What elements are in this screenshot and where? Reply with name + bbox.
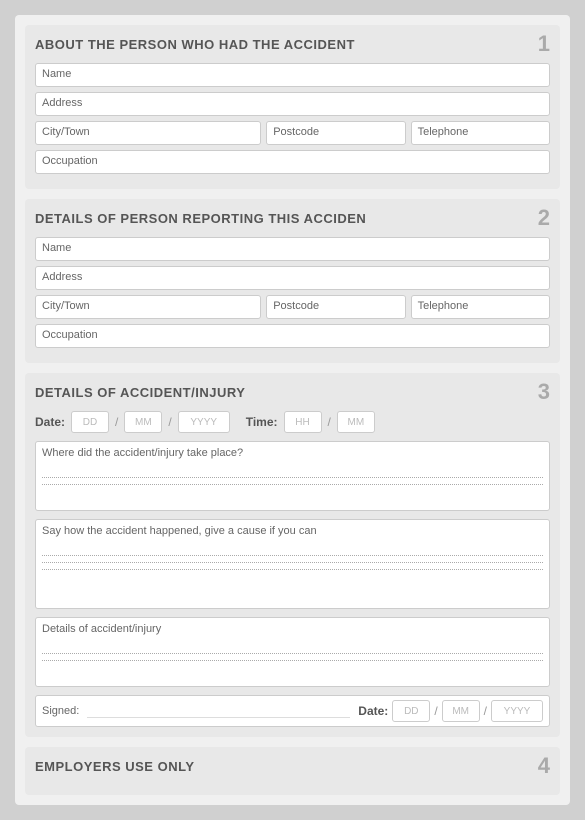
where-line-2 <box>42 484 543 485</box>
city-field-2[interactable]: City/Town <box>35 295 261 319</box>
how-line-1 <box>42 555 543 556</box>
signed-dd-placeholder: DD <box>404 706 418 717</box>
postcode-field-2[interactable]: Postcode <box>266 295 405 319</box>
section-4: EMPLOYERS USE ONLY 4 <box>25 747 560 795</box>
section-1: ABOUT THE PERSON WHO HAD THE ACCIDENT 1 … <box>25 25 560 189</box>
how-line-3 <box>42 569 543 570</box>
section-3-title: DETAILS OF ACCIDENT/INJURY <box>35 385 245 400</box>
postcode-field-1[interactable]: Postcode <box>266 121 405 145</box>
how-label: Say how the accident happened, give a ca… <box>42 525 543 537</box>
name-field-1[interactable]: Name <box>35 63 550 87</box>
section-2-city-row: City/Town Postcode Telephone <box>35 295 550 319</box>
time-mm-field[interactable]: MM <box>337 411 375 433</box>
signed-date-inline: Date: DD / MM / YYYY <box>358 700 543 722</box>
signed-line[interactable] <box>87 704 350 718</box>
telephone-label-2: Telephone <box>418 300 469 312</box>
date-label: Date: <box>35 415 65 429</box>
signed-mm-field[interactable]: MM <box>442 700 480 722</box>
signed-yyyy-field[interactable]: YYYY <box>491 700 543 722</box>
section-2-header: DETAILS OF PERSON REPORTING THIS ACCIDEN… <box>35 207 550 229</box>
signed-date-label: Date: <box>358 704 388 718</box>
where-field[interactable]: Where did the accident/injury take place… <box>35 441 550 511</box>
datetime-row: Date: DD / MM / YYYY Time: HH / MM <box>35 411 550 433</box>
form-page: ABOUT THE PERSON WHO HAD THE ACCIDENT 1 … <box>15 15 570 805</box>
section-1-address-row: Address <box>35 92 550 116</box>
section-4-title: EMPLOYERS USE ONLY <box>35 759 195 774</box>
occupation-label-1: Occupation <box>42 155 98 167</box>
address-field-2[interactable]: Address <box>35 266 550 290</box>
date-mm-field[interactable]: MM <box>124 411 162 433</box>
section-2-title: DETAILS OF PERSON REPORTING THIS ACCIDEN <box>35 211 366 226</box>
time-hh-placeholder: HH <box>295 417 309 428</box>
how-line-2 <box>42 562 543 563</box>
section-4-number: 4 <box>538 755 550 777</box>
section-1-occupation-row: Occupation <box>35 150 550 174</box>
signed-sep-1: / <box>434 704 437 718</box>
signed-label: Signed: <box>42 705 79 717</box>
date-sep-1: / <box>115 415 118 429</box>
postcode-label-1: Postcode <box>273 126 319 138</box>
signed-mm-placeholder: MM <box>452 706 469 717</box>
address-label-2: Address <box>42 271 82 283</box>
telephone-field-2[interactable]: Telephone <box>411 295 550 319</box>
address-label-1: Address <box>42 97 82 109</box>
section-2-number: 2 <box>538 207 550 229</box>
date-dd-field[interactable]: DD <box>71 411 109 433</box>
section-1-header: ABOUT THE PERSON WHO HAD THE ACCIDENT 1 <box>35 33 550 55</box>
section-1-city-row: City/Town Postcode Telephone <box>35 121 550 145</box>
section-3: DETAILS OF ACCIDENT/INJURY 3 Date: DD / … <box>25 373 560 737</box>
name-field-2[interactable]: Name <box>35 237 550 261</box>
occupation-field-1[interactable]: Occupation <box>35 150 550 174</box>
occupation-field-2[interactable]: Occupation <box>35 324 550 348</box>
section-1-number: 1 <box>538 33 550 55</box>
time-sep: / <box>328 415 331 429</box>
time-hh-field[interactable]: HH <box>284 411 322 433</box>
name-label-2: Name <box>42 242 71 254</box>
signed-sep-2: / <box>484 704 487 718</box>
telephone-label-1: Telephone <box>418 126 469 138</box>
signed-dd-field[interactable]: DD <box>392 700 430 722</box>
postcode-label-2: Postcode <box>273 300 319 312</box>
details-line-1 <box>42 653 543 654</box>
section-2-address-row: Address <box>35 266 550 290</box>
details-line-2 <box>42 660 543 661</box>
section-3-number: 3 <box>538 381 550 403</box>
section-4-header: EMPLOYERS USE ONLY 4 <box>35 755 550 777</box>
date-dd-placeholder: DD <box>83 417 97 428</box>
date-sep-2: / <box>168 415 171 429</box>
city-label-1: City/Town <box>42 126 90 138</box>
date-yyyy-placeholder: YYYY <box>190 417 217 428</box>
address-field-1[interactable]: Address <box>35 92 550 116</box>
occupation-label-2: Occupation <box>42 329 98 341</box>
section-2-name-row: Name <box>35 237 550 261</box>
name-label-1: Name <box>42 68 71 80</box>
telephone-field-1[interactable]: Telephone <box>411 121 550 145</box>
where-label: Where did the accident/injury take place… <box>42 447 543 459</box>
section-2-occupation-row: Occupation <box>35 324 550 348</box>
time-mm-placeholder: MM <box>348 417 365 428</box>
city-field-1[interactable]: City/Town <box>35 121 261 145</box>
details-label: Details of accident/injury <box>42 623 543 635</box>
time-label: Time: <box>246 415 278 429</box>
where-line-1 <box>42 477 543 478</box>
date-yyyy-field[interactable]: YYYY <box>178 411 230 433</box>
section-2: DETAILS OF PERSON REPORTING THIS ACCIDEN… <box>25 199 560 363</box>
how-field[interactable]: Say how the accident happened, give a ca… <box>35 519 550 609</box>
city-label-2: City/Town <box>42 300 90 312</box>
details-field[interactable]: Details of accident/injury <box>35 617 550 687</box>
section-1-title: ABOUT THE PERSON WHO HAD THE ACCIDENT <box>35 37 355 52</box>
date-mm-placeholder: MM <box>135 417 152 428</box>
section-1-name-row: Name <box>35 63 550 87</box>
signed-row: Signed: Date: DD / MM / YYYY <box>35 695 550 727</box>
section-3-header: DETAILS OF ACCIDENT/INJURY 3 <box>35 381 550 403</box>
signed-yyyy-placeholder: YYYY <box>504 706 531 717</box>
